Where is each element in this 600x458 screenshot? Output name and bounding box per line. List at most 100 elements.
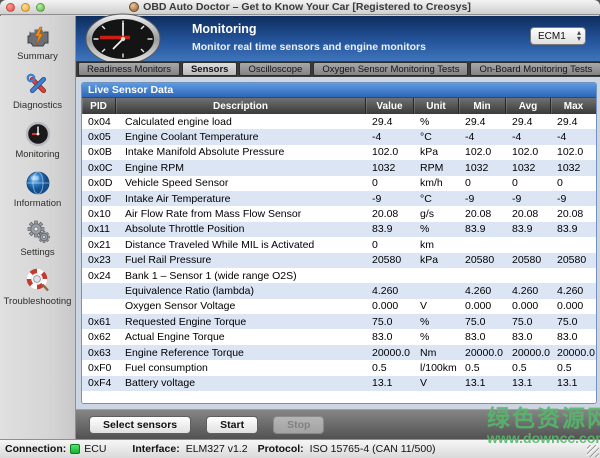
- cell-unit: %: [420, 115, 430, 128]
- cell-max: -4: [557, 131, 567, 144]
- sidebar-item-summary[interactable]: Summary: [0, 22, 75, 62]
- table-row[interactable]: 0xF4 Battery voltage 13.1 V 13.1 13.1 13.1: [82, 375, 596, 392]
- table-row[interactable]: 0x0D Vehicle Speed Sensor 0 km/h 0 0 0: [82, 176, 596, 191]
- column-header-value[interactable]: Value: [366, 98, 414, 114]
- status-bar: Connection: ECU Interface: ELM327 v1.2 P…: [0, 439, 600, 458]
- cell-desc: Engine Coolant Temperature: [125, 131, 259, 144]
- cell-value: 0.5: [372, 361, 387, 374]
- ecu-selector[interactable]: ECM1 ▴ ▾: [530, 27, 586, 45]
- sidebar-item-label: Settings: [20, 247, 55, 258]
- table-row[interactable]: 0x11 Absolute Throttle Position 83.9% 83.9 8…: [82, 221, 596, 238]
- select-sensors-button[interactable]: Select sensors: [89, 415, 192, 434]
- cell-desc: Battery voltage: [125, 377, 196, 390]
- window-controls: [6, 3, 45, 12]
- cell-desc: Calculated engine load: [125, 115, 232, 128]
- cell-min: 102.0: [465, 146, 492, 159]
- table-row[interactable]: 0x24 Bank 1 – Sensor 1 (wide range O2S): [82, 268, 596, 283]
- zoom-window-button[interactable]: [36, 3, 45, 12]
- tab-oxygen-sensor-monitoring-tests[interactable]: Oxygen Sensor Monitoring Tests: [313, 62, 469, 76]
- table-row[interactable]: 0x0B Intake Manifold Absolute Pressure 102…: [82, 145, 596, 160]
- clock-icon: [24, 120, 52, 148]
- column-header-avg[interactable]: Avg: [506, 98, 551, 114]
- table-row[interactable]: 0x62 Actual Engine Torque 83.0% 83.0 83.0 83.…: [82, 329, 596, 344]
- table-row[interactable]: 0x61 Requested Engine Torque 75.0% 75.0 75.0…: [82, 314, 596, 330]
- cell-avg: -9: [512, 192, 522, 205]
- column-header-pid[interactable]: PID: [82, 98, 116, 114]
- tab-readiness-monitors[interactable]: Readiness Monitors: [78, 62, 180, 76]
- gears-icon: [24, 218, 52, 246]
- table-row[interactable]: Oxygen Sensor Voltage 0.000 V 0.000 0.000 0.0…: [82, 299, 596, 314]
- cell-desc: Oxygen Sensor Voltage: [125, 300, 236, 313]
- minimize-window-button[interactable]: [21, 3, 30, 12]
- cell-unit: kPa: [420, 146, 439, 159]
- cell-min: 0.000: [465, 300, 492, 313]
- cell-unit: %: [420, 315, 430, 328]
- close-window-button[interactable]: [6, 3, 15, 12]
- sidebar-item-label: Information: [13, 198, 62, 209]
- sidebar-item-settings[interactable]: Settings: [0, 218, 75, 258]
- cell-max: 0.5: [557, 361, 572, 374]
- sidebar: Summary Diagnostics Monitoring Informati…: [0, 16, 76, 439]
- table-row[interactable]: 0x63 Engine Reference Torque 20000.0 Nm 2000…: [82, 344, 596, 361]
- cell-avg: 29.4: [512, 115, 533, 128]
- cell-min: 20580: [465, 254, 495, 267]
- cell-max: 29.4: [557, 115, 578, 128]
- cell-value: 83.9: [372, 223, 393, 236]
- cell-pid: 0x62: [88, 331, 111, 344]
- cell-min: 83.9: [465, 223, 486, 236]
- cell-unit: °C: [420, 131, 432, 144]
- table-row[interactable]: 0x21 Distance Traveled While MIL is Activ…: [82, 237, 596, 252]
- cell-avg: 0: [512, 177, 518, 190]
- cell-value: 20580: [372, 254, 402, 267]
- cell-pid: 0x0D: [88, 177, 113, 190]
- sidebar-item-information[interactable]: Information: [0, 169, 75, 209]
- table-row-empty: [82, 391, 596, 403]
- table-row[interactable]: 0x05 Engine Coolant Temperature -4 °C -4 -4 -4: [82, 129, 596, 145]
- tab-on-board-monitoring-tests[interactable]: On-Board Monitoring Tests: [470, 62, 600, 76]
- cell-min: 75.0: [465, 315, 486, 328]
- sidebar-item-troubleshooting[interactable]: Troubleshooting: [0, 267, 75, 307]
- cell-pid: 0x63: [88, 346, 111, 359]
- column-header-unit[interactable]: Unit: [414, 98, 459, 114]
- column-header-max[interactable]: Max: [551, 98, 596, 114]
- cell-avg: 1032: [512, 161, 536, 174]
- cell-value: 1032: [372, 161, 396, 174]
- sidebar-item-label: Monitoring: [15, 149, 60, 160]
- sidebar-item-monitoring[interactable]: Monitoring: [0, 120, 75, 160]
- table-row[interactable]: 0x04 Calculated engine load 29.4% 29.4 29.4 2…: [82, 114, 596, 129]
- table-header-row: PID Description Value Unit Min Avg Max: [82, 98, 596, 114]
- cell-avg: 0.000: [512, 300, 539, 313]
- cell-unit: kPa: [420, 254, 439, 267]
- table-row[interactable]: 0x10 Air Flow Rate from Mass Flow Sensor 2…: [82, 206, 596, 221]
- panel-title: Live Sensor Data: [82, 83, 596, 98]
- cell-pid: 0xF4: [88, 377, 112, 390]
- cell-value: 20.08: [372, 208, 399, 221]
- cell-desc: Engine Reference Torque: [125, 346, 244, 359]
- page-header: Monitoring Monitor real time sensors and…: [76, 13, 600, 65]
- tab-sensors[interactable]: Sensors: [181, 62, 238, 76]
- cell-min: 1032: [465, 161, 489, 174]
- table-row[interactable]: 0xF0 Fuel consumption 0.5 l/100km 0.5 0.5 0.5: [82, 360, 596, 375]
- cell-value: 4.260: [372, 284, 399, 297]
- column-header-min[interactable]: Min: [459, 98, 506, 114]
- table-row[interactable]: 0x0F Intake Air Temperature -9 °C -9 -9 -9: [82, 190, 596, 207]
- table-row[interactable]: 0x23 Fuel Rail Pressure 20580 kPa 20580 20580…: [82, 252, 596, 268]
- sidebar-item-label: Diagnostics: [12, 100, 63, 111]
- cell-max: 83.9: [557, 223, 578, 236]
- resize-grip[interactable]: [587, 445, 599, 457]
- column-header-description[interactable]: Description: [116, 98, 366, 114]
- interface-value: ELM327 v1.2: [185, 443, 248, 455]
- start-button[interactable]: Start: [206, 415, 259, 434]
- table-row[interactable]: Equivalence Ratio (lambda) 4.260 4.260 4.26…: [82, 283, 596, 299]
- table-row[interactable]: 0x0C Engine RPM 1032 RPM 1032 1032 1032: [82, 160, 596, 176]
- stop-button: Stop: [273, 415, 325, 434]
- cell-avg: 0.5: [512, 361, 527, 374]
- cell-avg: 20.08: [512, 208, 539, 221]
- sidebar-item-label: Troubleshooting: [3, 296, 72, 307]
- cell-min: 20.08: [465, 208, 492, 221]
- cell-min: -9: [465, 192, 475, 205]
- cell-pid: 0x21: [88, 238, 111, 251]
- sidebar-item-diagnostics[interactable]: Diagnostics: [0, 71, 75, 111]
- tab-oscilloscope[interactable]: Oscilloscope: [239, 62, 312, 76]
- cell-max: 4.260: [557, 284, 584, 297]
